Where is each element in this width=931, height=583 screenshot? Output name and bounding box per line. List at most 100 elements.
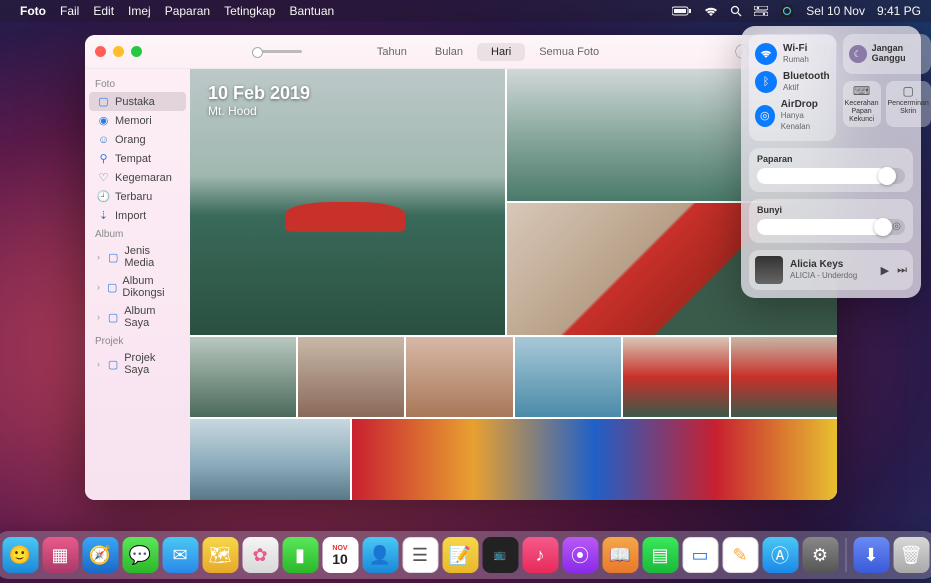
memories-icon: ◉ bbox=[97, 114, 110, 127]
people-icon: ☺ bbox=[97, 133, 110, 146]
sidebar-header-photos: Foto bbox=[85, 75, 190, 92]
menubar-time[interactable]: 9:41 PG bbox=[877, 4, 921, 18]
play-button[interactable]: ▶ bbox=[881, 264, 889, 277]
hero-date: 10 Feb 2019 bbox=[208, 83, 310, 104]
sidebar-item-my-albums[interactable]: ›▢Album Saya bbox=[85, 302, 190, 332]
do-not-disturb-toggle[interactable]: ☾ JanganGanggu bbox=[843, 34, 931, 74]
dock-downloads[interactable]: ⬇ bbox=[853, 537, 889, 573]
seg-all[interactable]: Semua Foto bbox=[525, 43, 613, 61]
zoom-slider[interactable] bbox=[252, 50, 302, 53]
airplay-audio-icon[interactable]: ◎ bbox=[892, 221, 901, 232]
sidebar-item-memories[interactable]: ◉Memori bbox=[85, 111, 190, 130]
photo-thumbnail[interactable] bbox=[298, 337, 404, 417]
display-brightness-slider[interactable]: ☀ bbox=[757, 168, 905, 184]
dock-keynote[interactable]: ▭ bbox=[682, 537, 718, 573]
chevron-right-icon: › bbox=[97, 312, 100, 322]
dock-launchpad[interactable]: ▦ bbox=[42, 537, 78, 573]
airdrop-toggle[interactable]: ◎ AirDropHanya Kenalan bbox=[755, 96, 830, 135]
titlebar: Tahun Bulan Hari Semua Foto ⓘ ⇧ ♡ ↻ bbox=[85, 35, 837, 69]
dock-music[interactable]: ♪ bbox=[522, 537, 558, 573]
dock-trash[interactable]: 🗑 bbox=[893, 537, 929, 573]
next-track-button[interactable]: ⏭ bbox=[897, 264, 907, 277]
heart-icon: ♡ bbox=[97, 171, 110, 184]
dock-mail[interactable]: ✉ bbox=[162, 537, 198, 573]
dock-contacts[interactable]: 👤 bbox=[362, 537, 398, 573]
dock-facetime[interactable]: ▮ bbox=[282, 537, 318, 573]
photos-window: Tahun Bulan Hari Semua Foto ⓘ ⇧ ♡ ↻ Foto… bbox=[85, 35, 837, 500]
menu-image[interactable]: Imej bbox=[128, 4, 151, 18]
photo-thumbnail[interactable] bbox=[406, 337, 512, 417]
chevron-right-icon: › bbox=[97, 252, 100, 262]
network-module: Wi-FiRumah ᛒ BluetoothAktif ◎ AirDropHan… bbox=[749, 34, 836, 141]
screen-mirroring-icon: ▢ bbox=[888, 85, 929, 98]
dock-photos[interactable]: ✿ bbox=[242, 537, 278, 573]
sidebar-item-favorites[interactable]: ♡Kegemaran bbox=[85, 168, 190, 187]
dock-safari[interactable]: 🧭 bbox=[82, 537, 118, 573]
wifi-icon[interactable] bbox=[704, 6, 718, 17]
display-module: Paparan ☀ bbox=[749, 148, 913, 192]
menu-edit[interactable]: Edit bbox=[93, 4, 114, 18]
fullscreen-button[interactable] bbox=[131, 46, 142, 57]
spotlight-icon[interactable] bbox=[730, 5, 742, 17]
seg-year[interactable]: Tahun bbox=[363, 43, 421, 61]
dock-pages[interactable]: ✎ bbox=[722, 537, 758, 573]
wifi-icon bbox=[755, 43, 777, 65]
dock-books[interactable]: 📖 bbox=[602, 537, 638, 573]
seg-month[interactable]: Bulan bbox=[421, 43, 477, 61]
dock-podcasts[interactable]: ⦿ bbox=[562, 537, 598, 573]
screen-mirroring-button[interactable]: ▢Pencerminan Skrin bbox=[886, 81, 931, 127]
folder-icon: ▢ bbox=[107, 358, 119, 371]
keyboard-brightness-icon: ⌨ bbox=[845, 85, 879, 98]
photo-thumbnail[interactable] bbox=[190, 337, 296, 417]
menu-file[interactable]: Fail bbox=[60, 4, 79, 18]
dock-reminders[interactable]: ☰ bbox=[402, 537, 438, 573]
sidebar-item-media-types[interactable]: ›▢Jenis Media bbox=[85, 242, 190, 272]
control-center-icon[interactable] bbox=[754, 6, 768, 16]
folder-icon: ▢ bbox=[107, 311, 119, 324]
photo-thumbnail[interactable] bbox=[515, 337, 621, 417]
dock-calendar[interactable]: NOV10 bbox=[322, 537, 358, 573]
dock-tv[interactable]: 📺 bbox=[482, 537, 518, 573]
dock-messages[interactable]: 💬 bbox=[122, 537, 158, 573]
dock-settings[interactable]: ⚙ bbox=[802, 537, 838, 573]
sidebar-item-people[interactable]: ☺Orang bbox=[85, 130, 190, 149]
dock-appstore[interactable]: Ⓐ bbox=[762, 537, 798, 573]
seg-day[interactable]: Hari bbox=[477, 43, 525, 61]
dock-finder[interactable]: 🙂 bbox=[2, 537, 38, 573]
dock-numbers[interactable]: ▤ bbox=[642, 537, 678, 573]
photo-thumbnail[interactable] bbox=[731, 337, 837, 417]
photo-thumbnail[interactable] bbox=[352, 419, 837, 500]
menubar-date[interactable]: Sel 10 Nov bbox=[806, 4, 865, 18]
now-playing-module[interactable]: Alicia KeysALICIA - Underdog ▶ ⏭ bbox=[749, 250, 913, 290]
menu-window[interactable]: Tetingkap bbox=[224, 4, 275, 18]
bluetooth-toggle[interactable]: ᛒ BluetoothAktif bbox=[755, 68, 830, 96]
menubar: Foto Fail Edit Imej Paparan Tetingkap Ba… bbox=[0, 0, 931, 22]
battery-icon[interactable] bbox=[672, 6, 692, 16]
sidebar-item-shared-albums[interactable]: ›▢Album Dikongsi bbox=[85, 272, 190, 302]
menu-view[interactable]: Paparan bbox=[165, 4, 210, 18]
keyboard-brightness-button[interactable]: ⌨Kecerahan Papan Kekunci bbox=[843, 81, 881, 127]
chevron-right-icon: › bbox=[97, 282, 100, 292]
photo-thumbnail[interactable] bbox=[623, 337, 729, 417]
control-center: Wi-FiRumah ᛒ BluetoothAktif ◎ AirDropHan… bbox=[741, 26, 921, 298]
minimize-button[interactable] bbox=[113, 46, 124, 57]
dock-maps[interactable]: 🗺 bbox=[202, 537, 238, 573]
dock-separator bbox=[845, 538, 846, 572]
dock-notes[interactable]: 📝 bbox=[442, 537, 478, 573]
menu-app[interactable]: Foto bbox=[20, 4, 46, 18]
sidebar-item-my-projects[interactable]: ›▢Projek Saya bbox=[85, 349, 190, 379]
close-button[interactable] bbox=[95, 46, 106, 57]
wifi-toggle[interactable]: Wi-FiRumah bbox=[755, 40, 830, 68]
folder-icon: ▢ bbox=[107, 281, 117, 294]
sidebar-item-recents[interactable]: 🕘Terbaru bbox=[85, 187, 190, 206]
photo-thumbnail[interactable] bbox=[190, 419, 350, 500]
airdrop-icon: ◎ bbox=[755, 105, 775, 127]
sound-volume-slider[interactable]: 🔈 ◎ bbox=[757, 219, 905, 235]
sidebar-item-places[interactable]: ⚲Tempat bbox=[85, 149, 190, 168]
sidebar: Foto ▢Pustaka ◉Memori ☺Orang ⚲Tempat ♡Ke… bbox=[85, 69, 190, 500]
sidebar-item-import[interactable]: ⇣Import bbox=[85, 206, 190, 225]
sidebar-header-projects: Projek bbox=[85, 332, 190, 349]
siri-icon[interactable] bbox=[780, 4, 794, 18]
sidebar-item-library[interactable]: ▢Pustaka bbox=[89, 92, 186, 111]
menu-help[interactable]: Bantuan bbox=[289, 4, 334, 18]
